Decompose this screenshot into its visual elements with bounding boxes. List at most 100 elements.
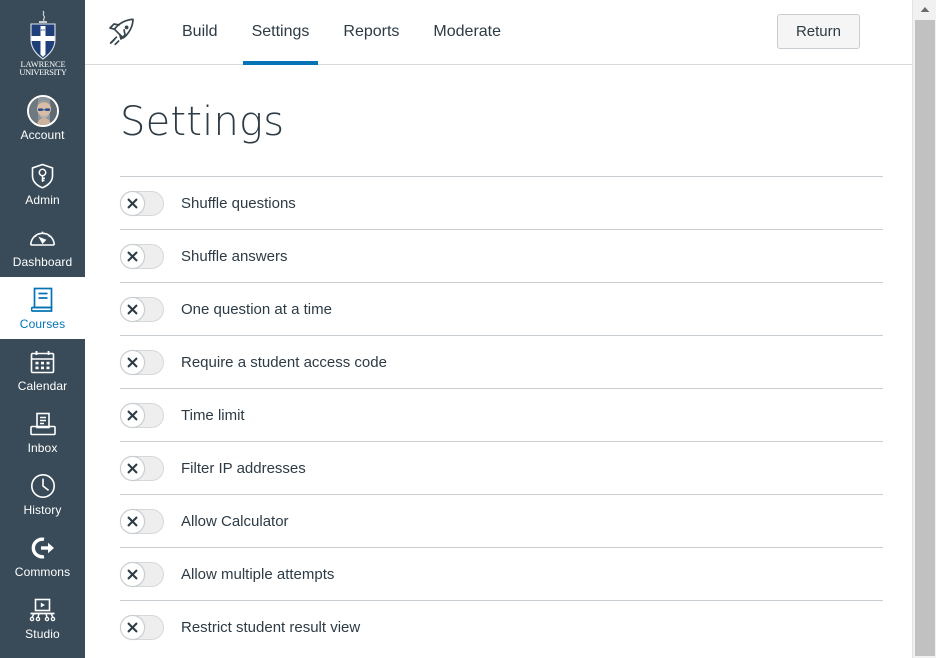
tab-settings[interactable]: Settings [235, 0, 327, 65]
arrow-exit-icon [31, 537, 54, 558]
tab-bar: Build Settings Reports Moderate [165, 0, 518, 65]
sidebar-item-inbox[interactable]: Inbox [0, 401, 85, 463]
sidebar-item-label: Dashboard [12, 254, 73, 269]
clock-icon [30, 473, 55, 498]
avatar [26, 94, 59, 127]
svg-text:UNIVERSITY: UNIVERSITY [19, 68, 66, 77]
setting-row[interactable]: Shuffle questions [120, 176, 883, 229]
toggle-restrict-student-result-view[interactable] [120, 614, 164, 640]
page-title: Settings [120, 99, 285, 145]
setting-label: Allow multiple attempts [181, 565, 335, 583]
setting-row[interactable]: Allow Calculator [120, 494, 883, 547]
sidebar-item-label: History [23, 502, 62, 517]
x-icon [127, 304, 138, 314]
tab-moderate[interactable]: Moderate [416, 0, 518, 65]
x-icon [127, 569, 138, 579]
rocket-icon-wrap[interactable] [105, 15, 139, 49]
sidebar-item-label: Studio [25, 626, 60, 641]
toggle-knob [120, 508, 145, 534]
setting-label: Shuffle answers [181, 247, 288, 265]
scroll-thumb[interactable] [915, 20, 935, 656]
toggle-shuffle-answers[interactable] [120, 243, 164, 269]
sidebar-item-studio[interactable]: Studio [0, 587, 85, 649]
clock-icon-wrap [30, 472, 56, 500]
setting-row[interactable]: Filter IP addresses [120, 441, 883, 494]
rocket-icon [109, 18, 134, 46]
app-root: VERITAS LAWRENCE UNIVERSITY Account Admi… [0, 0, 936, 658]
sidebar-item-account[interactable]: Account [0, 85, 85, 153]
x-icon [127, 357, 138, 367]
toggle-shuffle-questions[interactable] [120, 190, 164, 216]
sidebar-item-history[interactable]: History [0, 463, 85, 525]
sidebar-item-label: Admin [25, 192, 60, 207]
toggle-knob [120, 190, 145, 216]
sidebar-item-label: Commons [14, 564, 71, 579]
inbox-tray-icon [29, 412, 56, 435]
setting-row[interactable]: Allow multiple attempts [120, 547, 883, 600]
setting-row[interactable]: Require a student access code [120, 335, 883, 388]
gauge-icon-wrap [29, 224, 56, 252]
toggle-allow-calculator[interactable] [120, 508, 164, 534]
x-icon [127, 622, 138, 632]
lawrence-university-crest-icon: VERITAS LAWRENCE UNIVERSITY [19, 10, 67, 77]
sidebar-item-label: Courses [19, 316, 66, 331]
shield-key-icon-wrap [30, 162, 55, 190]
book-icon-wrap [30, 286, 55, 314]
x-icon [127, 463, 138, 473]
inbox-tray-icon-wrap [29, 410, 56, 438]
toggle-knob [120, 455, 145, 481]
setting-row[interactable]: Time limit [120, 388, 883, 441]
return-button[interactable]: Return [776, 14, 860, 49]
sidebar-item-dashboard[interactable]: Dashboard [0, 215, 85, 277]
main-pane: Build Settings Reports Moderate Return S… [85, 0, 936, 658]
tab-reports[interactable]: Reports [326, 0, 416, 65]
sidebar-item-label: Account [20, 127, 65, 142]
global-navigation-sidebar: VERITAS LAWRENCE UNIVERSITY Account Admi… [0, 0, 85, 658]
studio-screen-icon [29, 598, 56, 621]
sidebar-item-label: Inbox [27, 440, 58, 455]
x-icon [127, 251, 138, 261]
vertical-scrollbar[interactable] [912, 0, 936, 658]
tab-label: Moderate [433, 23, 502, 40]
toggle-knob [120, 402, 145, 428]
sidebar-item-calendar[interactable]: Calendar [0, 339, 85, 401]
x-icon [127, 410, 138, 420]
toggle-knob [120, 614, 145, 640]
studio-screen-icon-wrap [29, 596, 56, 624]
setting-label: Time limit [181, 406, 245, 424]
setting-row[interactable]: One question at a time [120, 282, 883, 335]
toggle-require-student-access-code[interactable] [120, 349, 164, 375]
toggle-knob [120, 349, 145, 375]
setting-label: One question at a time [181, 300, 332, 318]
toggle-knob [120, 243, 145, 269]
sidebar-item-courses[interactable]: Courses [0, 277, 85, 339]
setting-row[interactable]: Shuffle answers [120, 229, 883, 282]
scroll-up-button[interactable] [913, 0, 936, 18]
gauge-icon [30, 231, 55, 246]
tab-build[interactable]: Build [165, 0, 235, 65]
quiz-top-navigation: Build Settings Reports Moderate Return [85, 0, 912, 65]
toggle-filter-ip-addresses[interactable] [120, 455, 164, 481]
institution-logo[interactable]: VERITAS LAWRENCE UNIVERSITY [0, 0, 85, 85]
x-icon [127, 516, 138, 526]
toggle-allow-multiple-attempts[interactable] [120, 561, 164, 587]
sidebar-item-commons[interactable]: Commons [0, 525, 85, 587]
x-icon [127, 198, 138, 208]
arrow-exit-icon-wrap [30, 534, 56, 562]
toggle-time-limit[interactable] [120, 402, 164, 428]
toggle-knob [120, 296, 145, 322]
setting-label: Restrict student result view [181, 618, 361, 636]
tab-label: Settings [251, 23, 310, 40]
settings-list: Shuffle questions Shuffle answers One qu… [120, 176, 883, 653]
setting-label: Require a student access code [181, 353, 387, 371]
toggle-one-question-at-a-time[interactable] [120, 296, 164, 322]
setting-row[interactable]: Restrict student result view [120, 600, 883, 653]
user-avatar-icon [28, 96, 57, 125]
tab-label: Build [182, 23, 218, 40]
setting-label: Filter IP addresses [181, 459, 306, 477]
sidebar-item-admin[interactable]: Admin [0, 153, 85, 215]
calendar-icon-wrap [30, 348, 55, 376]
sidebar-item-label: Calendar [17, 378, 68, 393]
book-icon [30, 287, 52, 312]
svg-text:VERITAS: VERITAS [36, 28, 49, 32]
